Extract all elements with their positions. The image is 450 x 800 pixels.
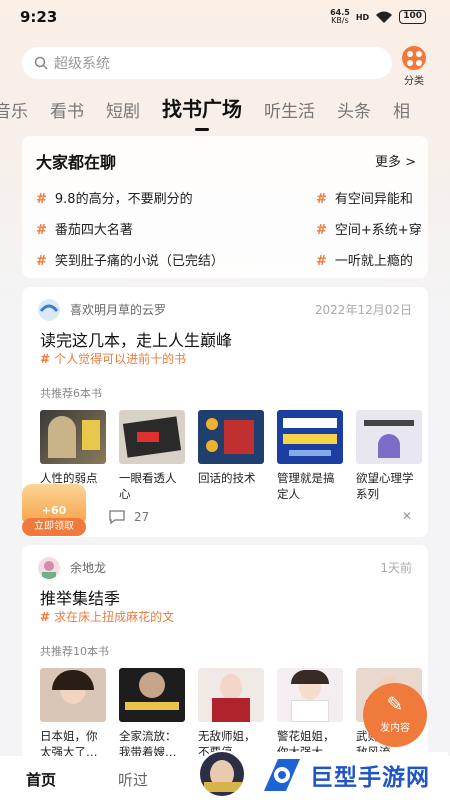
- topic-label: 一听就上瘾的: [334, 254, 413, 269]
- book-title: 回话的技术: [198, 471, 256, 485]
- hash-icon: #: [316, 192, 327, 207]
- topic-item[interactable]: # 空间+系统+穿: [316, 219, 422, 238]
- post-username[interactable]: 余地龙: [70, 559, 106, 576]
- net-speed: 64.5 KB/s: [330, 9, 350, 25]
- category-label: 分类: [404, 76, 424, 87]
- post-title[interactable]: 读完这几本，走上人生巅峰: [40, 327, 232, 351]
- topic-label: 番茄四大名著: [54, 223, 133, 238]
- post-tag-label: 个人觉得可以进前十的书: [54, 352, 187, 366]
- watermark-logo-icon: [264, 759, 300, 791]
- tab-headlines[interactable]: 头条: [337, 97, 371, 122]
- search-icon: [34, 56, 48, 70]
- tab-more[interactable]: 相: [393, 97, 410, 122]
- book-cover: [277, 668, 343, 722]
- nav-home[interactable]: 首页: [26, 769, 56, 790]
- book-cover: [40, 410, 106, 464]
- discussion-more-link[interactable]: 更多 >: [375, 151, 416, 170]
- topic-item[interactable]: # 一听就上瘾的: [316, 250, 413, 269]
- status-icons: 64.5 KB/s HD 100: [330, 9, 426, 25]
- net-speed-unit: KB/s: [331, 16, 349, 25]
- tab-book-square[interactable]: 找书广场: [162, 93, 242, 131]
- post-content-button[interactable]: ✎ 发内容: [363, 683, 427, 747]
- comment-icon: [109, 510, 125, 525]
- topic-label: 笑到肚子痛的小说（已完结）: [54, 254, 224, 269]
- tab-short-drama[interactable]: 短剧: [106, 97, 140, 122]
- reward-amount: +60: [41, 504, 67, 517]
- hash-icon: #: [40, 610, 51, 624]
- tab-listen-life[interactable]: 听生活: [264, 97, 315, 122]
- comment-button[interactable]: 27: [108, 509, 149, 525]
- hash-icon: #: [36, 223, 47, 238]
- post-content-label: 发内容: [380, 723, 410, 734]
- hash-icon: #: [316, 254, 327, 269]
- category-button[interactable]: 分类: [398, 46, 430, 87]
- post-tag-label: 求在床上扭成麻花的文: [54, 610, 175, 624]
- status-bar: 9:23 64.5 KB/s HD 100: [0, 0, 450, 34]
- grid-icon: [402, 46, 426, 70]
- book-title: 管理就是搞定人: [277, 471, 335, 501]
- search-bar[interactable]: 超级系统: [22, 47, 392, 79]
- close-icon[interactable]: ✕: [402, 509, 412, 523]
- book-title: 一眼看透人心: [119, 471, 177, 501]
- avatar[interactable]: [38, 299, 60, 321]
- post-username[interactable]: 喜欢明月草的云罗: [70, 301, 166, 318]
- book-cover: [198, 410, 264, 464]
- reward-widget[interactable]: +60 立即领取: [22, 484, 86, 536]
- book-count: 共推荐6本书: [40, 387, 102, 400]
- hd-signal-icon: HD: [355, 12, 370, 22]
- watermark: 巨型手游网: [258, 752, 448, 798]
- watermark-text: 巨型手游网: [310, 765, 430, 791]
- hash-icon: #: [36, 192, 47, 207]
- book-title: 欲望心理学系列: [356, 471, 414, 501]
- hash-icon: #: [40, 352, 51, 366]
- topic-label: 有空间异能和: [334, 192, 413, 207]
- post-title[interactable]: 推举集结季: [40, 585, 120, 609]
- avatar[interactable]: [38, 557, 60, 579]
- book-cover: [40, 668, 106, 722]
- claim-button[interactable]: 立即领取: [22, 518, 86, 536]
- recommend-post-card[interactable]: 余地龙 1天前 推举集结季 # 求在床上扭成麻花的文 共推荐10本书 日本姐，你太…: [22, 545, 428, 775]
- tab-music[interactable]: 音乐: [0, 97, 28, 122]
- post-date: 2022年12月02日: [314, 303, 412, 317]
- nav-listened[interactable]: 听过: [118, 769, 148, 790]
- top-tabs: 音乐 看书 短剧 找书广场 听生活 头条 相: [0, 88, 450, 131]
- book-count: 共推荐10本书: [40, 645, 109, 658]
- coin-icon: +60: [22, 484, 86, 522]
- topic-label: 空间+系统+穿: [334, 223, 422, 238]
- hash-icon: #: [316, 223, 327, 238]
- topic-label: 9.8的高分，不要刷分的: [54, 192, 193, 207]
- pen-icon: ✎: [386, 692, 404, 716]
- topic-item[interactable]: # 有空间异能和: [316, 188, 413, 207]
- status-time: 9:23: [20, 8, 58, 26]
- book-cover: [119, 668, 185, 722]
- comment-count: 27: [134, 510, 150, 524]
- topic-item[interactable]: # 番茄四大名著: [36, 219, 133, 238]
- book-cover: [198, 668, 264, 722]
- tab-reading[interactable]: 看书: [50, 97, 84, 122]
- book-list: 人性的弱点 一眼看透人心 回话的技术 管理就是搞定人 欲望心理学系列: [40, 410, 428, 502]
- search-placeholder: 超级系统: [54, 56, 110, 72]
- battery-icon: 100: [399, 10, 426, 24]
- post-tag[interactable]: # 求在床上扭成麻花的文: [40, 608, 174, 625]
- topic-item[interactable]: # 笑到肚子痛的小说（已完结）: [36, 250, 224, 269]
- discussion-card: 大家都在聊 更多 > #9.8的高分，不要刷分的 # 番茄四大名著 # 笑到肚子痛的…: [22, 136, 428, 278]
- book-cover: [119, 410, 185, 464]
- book-item[interactable]: 回话的技术: [198, 410, 264, 502]
- book-item[interactable]: 欲望心理学系列: [356, 410, 422, 502]
- now-playing-cover[interactable]: [198, 750, 246, 798]
- book-item[interactable]: 一眼看透人心: [119, 410, 185, 502]
- book-item[interactable]: 管理就是搞定人: [277, 410, 343, 502]
- book-cover: [356, 410, 422, 464]
- post-tag[interactable]: # 个人觉得可以进前十的书: [40, 350, 186, 367]
- hash-icon: #: [36, 254, 47, 269]
- discussion-title: 大家都在聊: [36, 153, 117, 172]
- post-date: 1天前: [380, 561, 412, 575]
- topic-item[interactable]: #9.8的高分，不要刷分的: [36, 188, 193, 207]
- wifi-icon: [376, 11, 393, 23]
- book-cover: [277, 410, 343, 464]
